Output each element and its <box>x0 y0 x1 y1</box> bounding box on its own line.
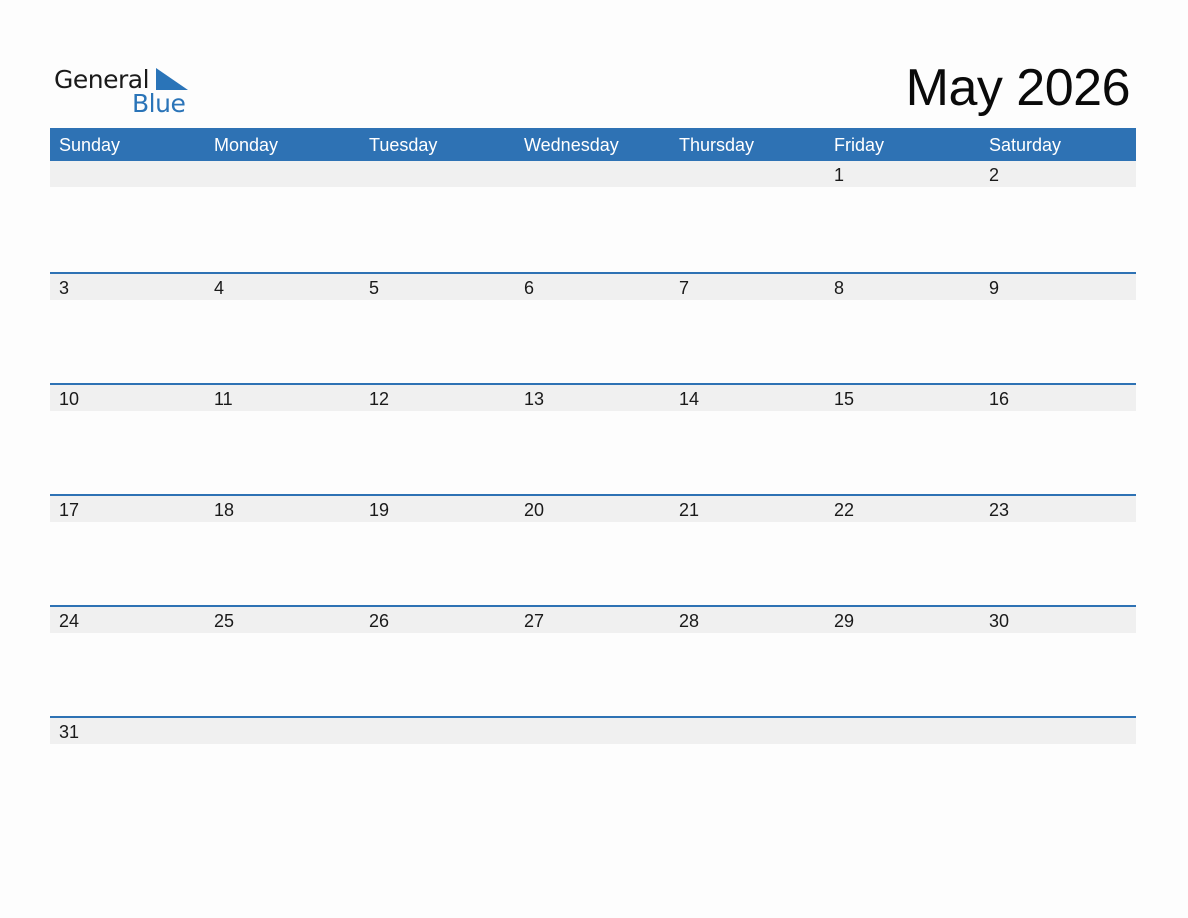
day-cell <box>205 718 360 744</box>
day-cell: 23 <box>989 500 1010 520</box>
day-cell <box>825 718 980 744</box>
day-cell: 16 <box>989 389 1010 409</box>
weekday-wednesday: Wednesday <box>524 135 619 155</box>
day-cell: 30 <box>989 611 1010 631</box>
day-cell: 18 <box>214 500 235 520</box>
weekday-saturday: Saturday <box>989 135 1062 155</box>
day-cell: 6 <box>524 278 535 298</box>
week-row: 17 18 19 20 21 22 23 <box>50 494 1136 605</box>
day-cell: 29 <box>834 611 855 631</box>
day-cell: 12 <box>369 389 390 409</box>
day-cell: 9 <box>989 278 1000 298</box>
day-cell <box>205 161 360 187</box>
weekday-thursday: Thursday <box>679 135 755 155</box>
day-cell: 15 <box>834 389 855 409</box>
day-cell: 24 <box>59 611 80 631</box>
weekday-header: Sunday Monday Tuesday Wednesday Thursday… <box>50 128 1136 161</box>
day-cell <box>360 718 515 744</box>
day-cell: 26 <box>369 611 390 631</box>
week-row: 24 25 26 27 28 29 30 <box>50 605 1136 716</box>
day-cell: 22 <box>834 500 855 520</box>
date-band: 12 <box>50 161 1136 187</box>
date-band: 3 4 5 6 7 8 9 <box>50 274 1136 300</box>
day-cell: 11 <box>214 389 233 409</box>
week-row: 31 <box>50 716 1136 827</box>
week-row: 12 <box>50 161 1136 272</box>
day-cell <box>515 161 670 187</box>
day-cell: 13 <box>524 389 545 409</box>
day-cell: 14 <box>679 389 700 409</box>
day-cell: 28 <box>679 611 700 631</box>
day-cell: 20 <box>524 500 545 520</box>
date-band: 31 <box>50 718 1136 744</box>
day-cell: 17 <box>59 500 80 520</box>
day-cell: 31 <box>59 722 80 742</box>
date-band: 10 11 12 13 14 15 16 <box>50 385 1136 411</box>
date-band: 24 25 26 27 28 29 30 <box>50 607 1136 633</box>
day-cell <box>360 161 515 187</box>
logo-text-blue: Blue <box>132 89 186 118</box>
day-cell: 5 <box>369 278 380 298</box>
general-blue-logo: General Blue <box>54 62 194 118</box>
calendar-grid: Sunday Monday Tuesday Wednesday Thursday… <box>50 128 1136 827</box>
day-cell: 8 <box>834 278 845 298</box>
day-cell <box>515 718 670 744</box>
weeks-container: 1 2 3 4 5 6 7 8 9 10 11 12 13 14 15 16 17 18 19 20 21 22 23 24 2… <box>50 161 1136 827</box>
day-cell: 19 <box>369 500 390 520</box>
day-cell <box>50 161 205 187</box>
day-cell: 27 <box>524 611 545 631</box>
day-cell: 21 <box>679 500 700 520</box>
day-cell: 7 <box>679 278 690 298</box>
day-cell <box>980 718 1135 744</box>
day-cell <box>670 161 825 187</box>
day-cell: 3 <box>59 278 70 298</box>
day-cell: 1 <box>834 165 845 185</box>
logo-triangle-icon <box>156 68 188 90</box>
day-cell: 4 <box>214 278 225 298</box>
date-band: 17 18 19 20 21 22 23 <box>50 496 1136 522</box>
weekday-tuesday: Tuesday <box>369 135 438 155</box>
month-year-title: May 2026 <box>905 59 1131 117</box>
week-row: 10 11 12 13 14 15 16 <box>50 383 1136 494</box>
weekday-friday: Friday <box>834 135 885 155</box>
weekday-monday: Monday <box>214 135 279 155</box>
day-cell: 25 <box>214 611 235 631</box>
day-cell: 2 <box>989 165 1000 185</box>
day-cell: 10 <box>59 389 80 409</box>
weekday-sunday: Sunday <box>59 135 121 155</box>
day-cell <box>670 718 825 744</box>
week-row: 3 4 5 6 7 8 9 <box>50 272 1136 383</box>
